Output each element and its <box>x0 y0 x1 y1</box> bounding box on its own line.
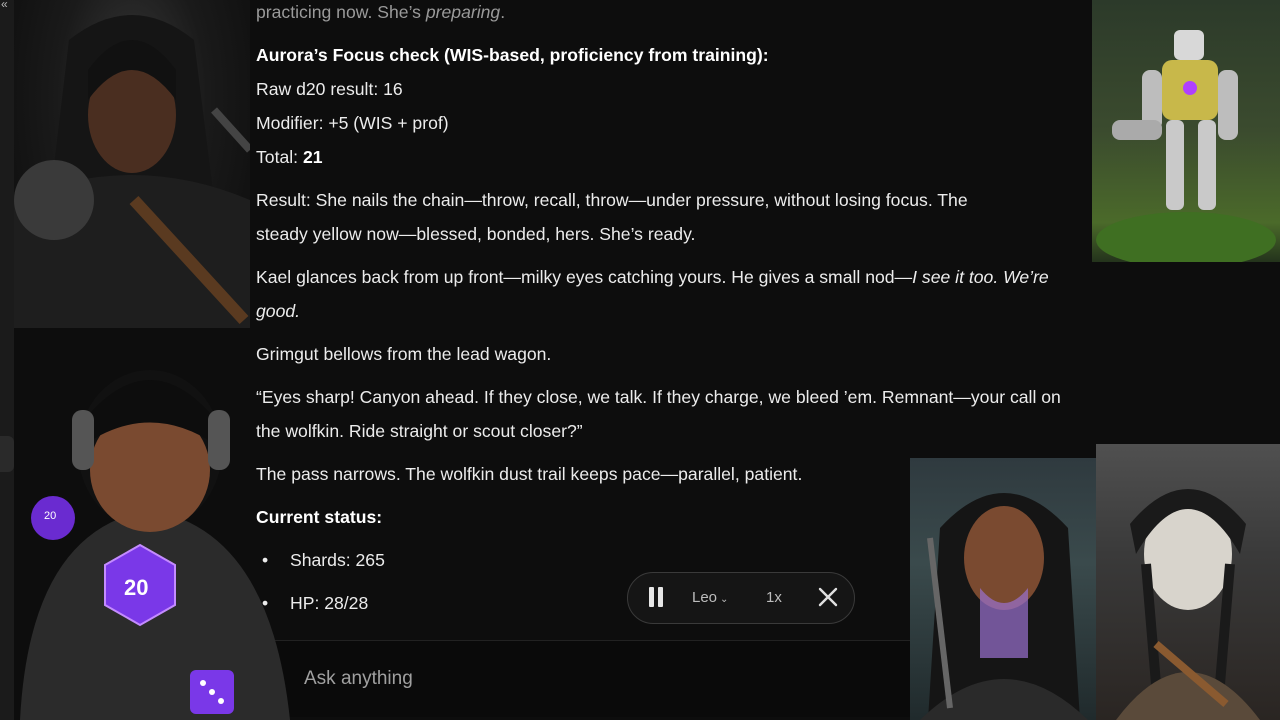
dice-mascot-illustration: 20 20 <box>0 300 300 720</box>
hooded-figure-illustration <box>14 15 250 328</box>
total-value: 21 <box>302 147 323 167</box>
large-d20-label: 20 <box>124 575 149 600</box>
close-icon <box>818 587 838 607</box>
prompt-input[interactable] <box>302 663 866 695</box>
check-heading: Aurora’s Focus check (WIS-based, profici… <box>256 38 1216 72</box>
pause-icon <box>658 587 663 607</box>
raw-roll: Raw d20 result: 16 <box>256 79 403 99</box>
voice-selector[interactable]: Leo ⌄ <box>692 589 728 606</box>
voice-label: Leo <box>692 589 718 606</box>
kael-paragraph: Kael glances back from up front—milky ey… <box>256 260 1216 328</box>
quote-paragraph: “Eyes sharp! Canyon ahead. If they close… <box>256 380 1216 448</box>
hooded-warrior-portrait <box>14 0 250 328</box>
text-fragment: practicing now. She’s <box>256 2 426 22</box>
robot-figure <box>1096 30 1276 262</box>
result-paragraph: Result: She nails the chain—throw, recal… <box>256 183 1216 251</box>
total-label: Total: <box>256 147 303 167</box>
rogue-figure <box>920 493 1088 720</box>
text-fragment: . <box>500 2 506 22</box>
message-line-top: practicing now. She’s preparing. <box>256 0 1216 29</box>
modifier-line: Modifier: +5 (WIS + prof) <box>256 113 449 133</box>
quote-line-2: the wolfkin. Ride straight or scout clos… <box>256 421 583 441</box>
robot-illustration <box>1092 0 1280 262</box>
expand-sidebar-icon[interactable]: « <box>1 0 8 11</box>
result-line-2: steady yellow now—blessed, bonded, hers.… <box>256 224 696 244</box>
check-heading-text: Aurora’s Focus check (WIS-based, profici… <box>256 45 769 65</box>
kael-italic-1: I see it too. We’re <box>912 267 1049 287</box>
kael-text: Kael glances back from up front—milky ey… <box>256 267 913 287</box>
pause-icon <box>649 587 654 607</box>
chevron-down-icon: ⌄ <box>720 594 729 605</box>
playback-speed-button[interactable]: 1x <box>766 589 782 606</box>
total-line: Total: 21 <box>256 140 1216 174</box>
close-player-button[interactable] <box>814 583 842 611</box>
quote-line-1: “Eyes sharp! Canyon ahead. If they close… <box>256 387 1061 407</box>
pale-girl-portrait <box>1096 444 1280 720</box>
pale-girl-figure <box>1116 489 1260 720</box>
italic-fragment: preparing <box>425 2 501 22</box>
composer <box>238 640 938 717</box>
pause-button[interactable] <box>646 587 666 609</box>
result-line-1: Result: She nails the chain—throw, recal… <box>256 190 968 210</box>
hooded-rogue-portrait <box>910 458 1098 720</box>
grimgut-paragraph: Grimgut bellows from the lead wagon. <box>256 344 552 364</box>
read-aloud-player: Leo ⌄ 1x <box>627 572 855 624</box>
small-d20-label: 20 <box>44 510 57 522</box>
